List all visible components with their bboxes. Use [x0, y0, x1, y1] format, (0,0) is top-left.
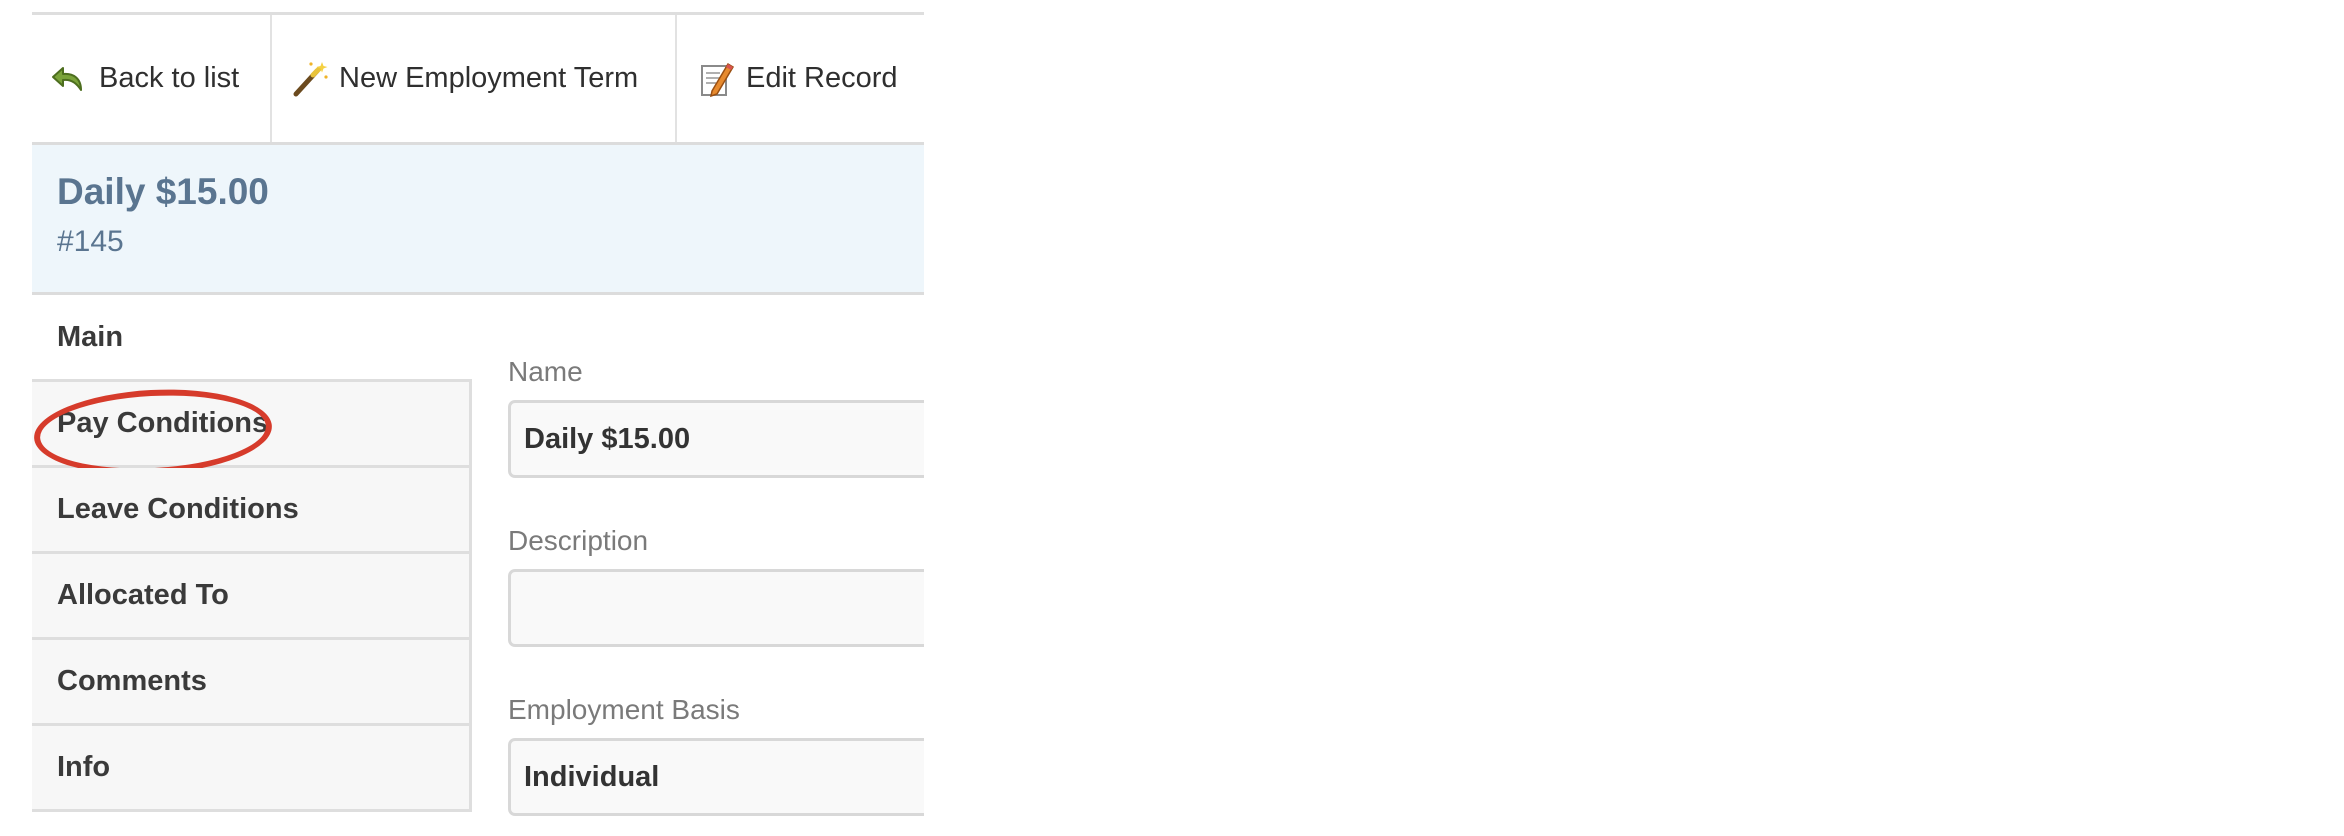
- tab-comments-label: Comments: [57, 665, 207, 697]
- name-label: Name: [508, 356, 583, 387]
- new-employment-term-button[interactable]: New Employment Term: [272, 15, 677, 142]
- undo-arrow-icon: [52, 66, 82, 91]
- edit-record-button[interactable]: Edit Record: [677, 15, 924, 142]
- name-field[interactable]: Daily $15.00: [508, 400, 948, 478]
- side-tabs: Main Pay Conditions Leave Conditions All…: [31, 296, 472, 812]
- new-employment-term-label: New Employment Term: [339, 62, 639, 94]
- description-field[interactable]: [508, 569, 948, 647]
- tab-leave-conditions[interactable]: Leave Conditions: [32, 468, 472, 554]
- tab-leave-conditions-label: Leave Conditions: [57, 493, 299, 525]
- tab-main-label: Main: [57, 321, 124, 353]
- record-header: Daily $15.00 #145: [32, 145, 924, 295]
- employment-basis-label: Employment Basis: [508, 694, 740, 725]
- magic-wand-icon: [293, 61, 328, 96]
- tab-main[interactable]: Main: [32, 296, 472, 382]
- back-to-list-button[interactable]: Back to list: [32, 15, 272, 142]
- toolbar: Back to list New Employment Term Edit Re…: [32, 12, 924, 145]
- blank-area: [924, 0, 2344, 836]
- tab-allocated-to-label: Allocated To: [57, 579, 229, 611]
- tab-info-label: Info: [57, 751, 111, 783]
- record-title: Daily $15.00: [57, 171, 269, 212]
- tab-pay-conditions-label: Pay Conditions: [57, 407, 269, 439]
- tab-allocated-to[interactable]: Allocated To: [32, 554, 472, 640]
- employment-basis-field[interactable]: Individual: [508, 738, 948, 816]
- pencil-document-icon: [701, 62, 735, 97]
- record-id: #145: [57, 225, 124, 258]
- tab-info[interactable]: Info: [32, 726, 472, 812]
- description-label: Description: [508, 525, 649, 556]
- back-to-list-label: Back to list: [99, 62, 240, 94]
- tab-comments[interactable]: Comments: [32, 640, 472, 726]
- edit-record-label: Edit Record: [746, 62, 898, 94]
- tab-pay-conditions[interactable]: Pay Conditions: [31, 382, 472, 481]
